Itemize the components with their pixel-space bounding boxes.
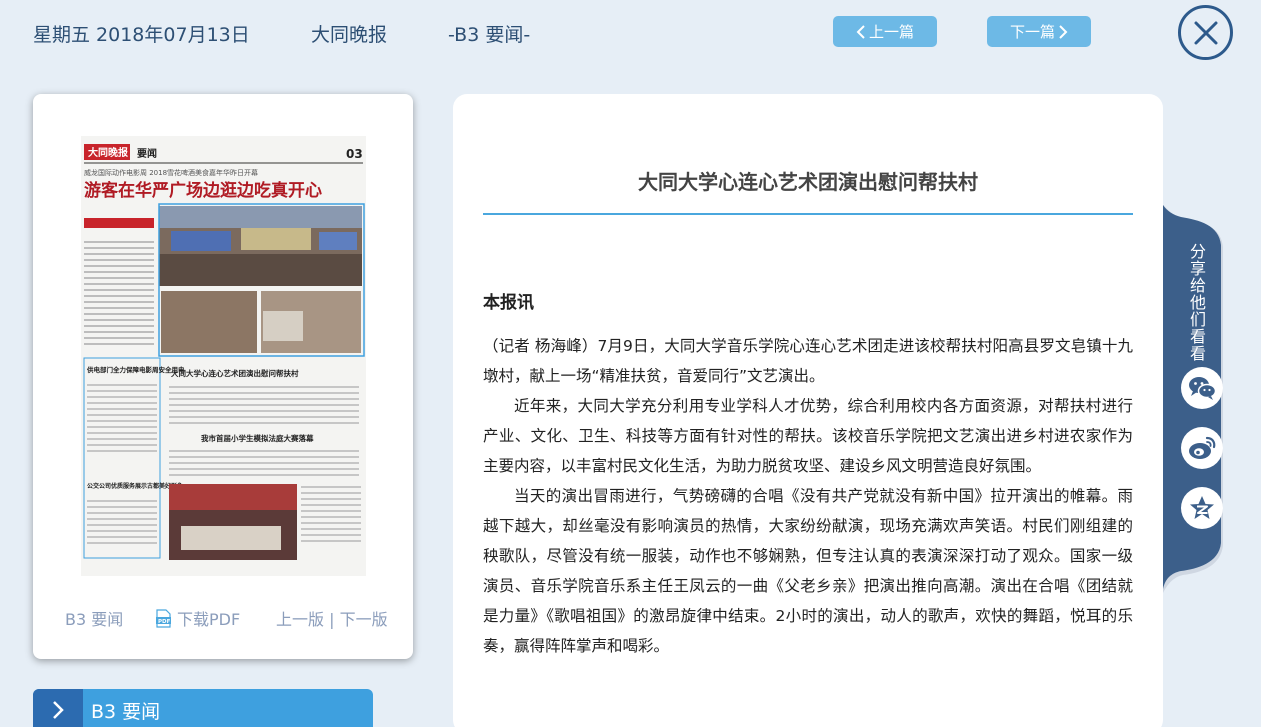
article-panel: 大同大学心连心艺术团演出慰问帮扶村 本报讯 （记者 杨海峰）7月9日，大同大学音… [453,94,1163,727]
article-paragraph: （记者 杨海峰）7月9日，大同大学音乐学院心连心艺术团走进该校帮扶村阳高县罗文皂… [483,337,1133,385]
paper-name: 大同晚报 [311,24,388,46]
prev-page-link[interactable]: 上一版 [276,610,324,629]
share-title: 分享给他们看看 [1189,242,1206,363]
svg-text:PDF: PDF [158,619,171,625]
qzone-icon [1190,496,1214,519]
next-article-label: 下一篇 [1009,23,1055,41]
thumb-low-headline: 我市首届小学生模拟法庭大赛落幕 [201,433,314,443]
thumb-side-2: 公交公司优质服务展示古都美好形象 [87,482,183,490]
thumb-mid-headline: 大同大学心连心艺术团演出慰问帮扶村 [171,368,299,378]
chevron-right-icon [1059,24,1068,39]
card-footer: B3 要闻 PDF 下载PDF 上一版 | 下一版 [33,604,413,632]
section-list-item[interactable]: B3 要闻 [33,689,373,727]
thumb-headline: 游客在华严广场边逛边吃真开心 [84,180,322,201]
thumb-kicker: 威龙国际动作电影周 2018雪花啤酒美食嘉年华昨日开幕 [84,168,258,177]
next-article-button[interactable]: 下一篇 [987,16,1091,47]
article-paragraph: 当天的演出冒雨进行，气势磅礴的合唱《没有共产党就没有新中国》拉开演出的帷幕。雨越… [483,487,1133,655]
footer-section-link[interactable]: B3 要闻 [65,606,123,630]
wechat-icon [1189,377,1217,400]
share-wechat-button[interactable] [1181,367,1223,409]
share-qzone-button[interactable] [1181,487,1223,529]
page: 星期五 2018年07月13日 大同晚报 -B3 要闻- 上一篇 下一篇 大同晚… [0,0,1261,727]
chevron-right-icon [53,701,64,719]
section-arrow [33,689,83,727]
share-weibo-button[interactable] [1181,427,1223,469]
thumb-section: 要闻 [137,147,157,160]
article-body: （记者 杨海峰）7月9日，大同大学音乐学院心连心艺术团走进该校帮扶村阳高县罗文皂… [483,331,1133,661]
page-section: -B3 要闻- [448,24,531,46]
download-pdf-label: 下载PDF [177,610,241,629]
close-button[interactable] [1178,5,1233,60]
thumb-page-number: 03 [346,147,363,161]
weibo-icon [1189,436,1216,459]
newspaper-page-thumbnail[interactable]: 大同晚报 要闻 03 威龙国际动作电影周 2018雪花啤酒美食嘉年华昨日开幕 游… [81,136,366,576]
thumb-masthead: 大同晚报 [88,146,128,159]
top-bar: 星期五 2018年07月13日 大同晚报 -B3 要闻- 上一篇 下一篇 [0,0,1261,64]
article-paragraph: 近年来，大同大学充分利用专业学科人才优势，综合利用校内各方面资源，对帮扶村进行产… [483,397,1133,475]
title-divider [483,213,1133,215]
prev-article-label: 上一篇 [868,23,914,41]
page-nav-separator: | [329,610,335,629]
chevron-left-icon [856,24,865,39]
page-navigation: 上一版 | 下一版 [276,606,388,630]
next-page-link[interactable]: 下一版 [340,610,388,629]
share-panel: 分享给他们看看 [1163,205,1229,595]
section-list-label: B3 要闻 [91,701,161,723]
close-icon [1194,21,1217,44]
download-pdf-button[interactable]: PDF 下载PDF [155,606,240,630]
page-preview-card: 大同晚报 要闻 03 威龙国际动作电影周 2018雪花啤酒美食嘉年华昨日开幕 游… [33,94,413,659]
article-title: 大同大学心连心艺术团演出慰问帮扶村 [638,170,978,194]
prev-article-button[interactable]: 上一篇 [833,16,937,47]
issue-date: 星期五 2018年07月13日 [33,24,250,46]
pdf-file-icon: PDF [156,608,171,628]
article-lead: 本报讯 [483,293,534,313]
